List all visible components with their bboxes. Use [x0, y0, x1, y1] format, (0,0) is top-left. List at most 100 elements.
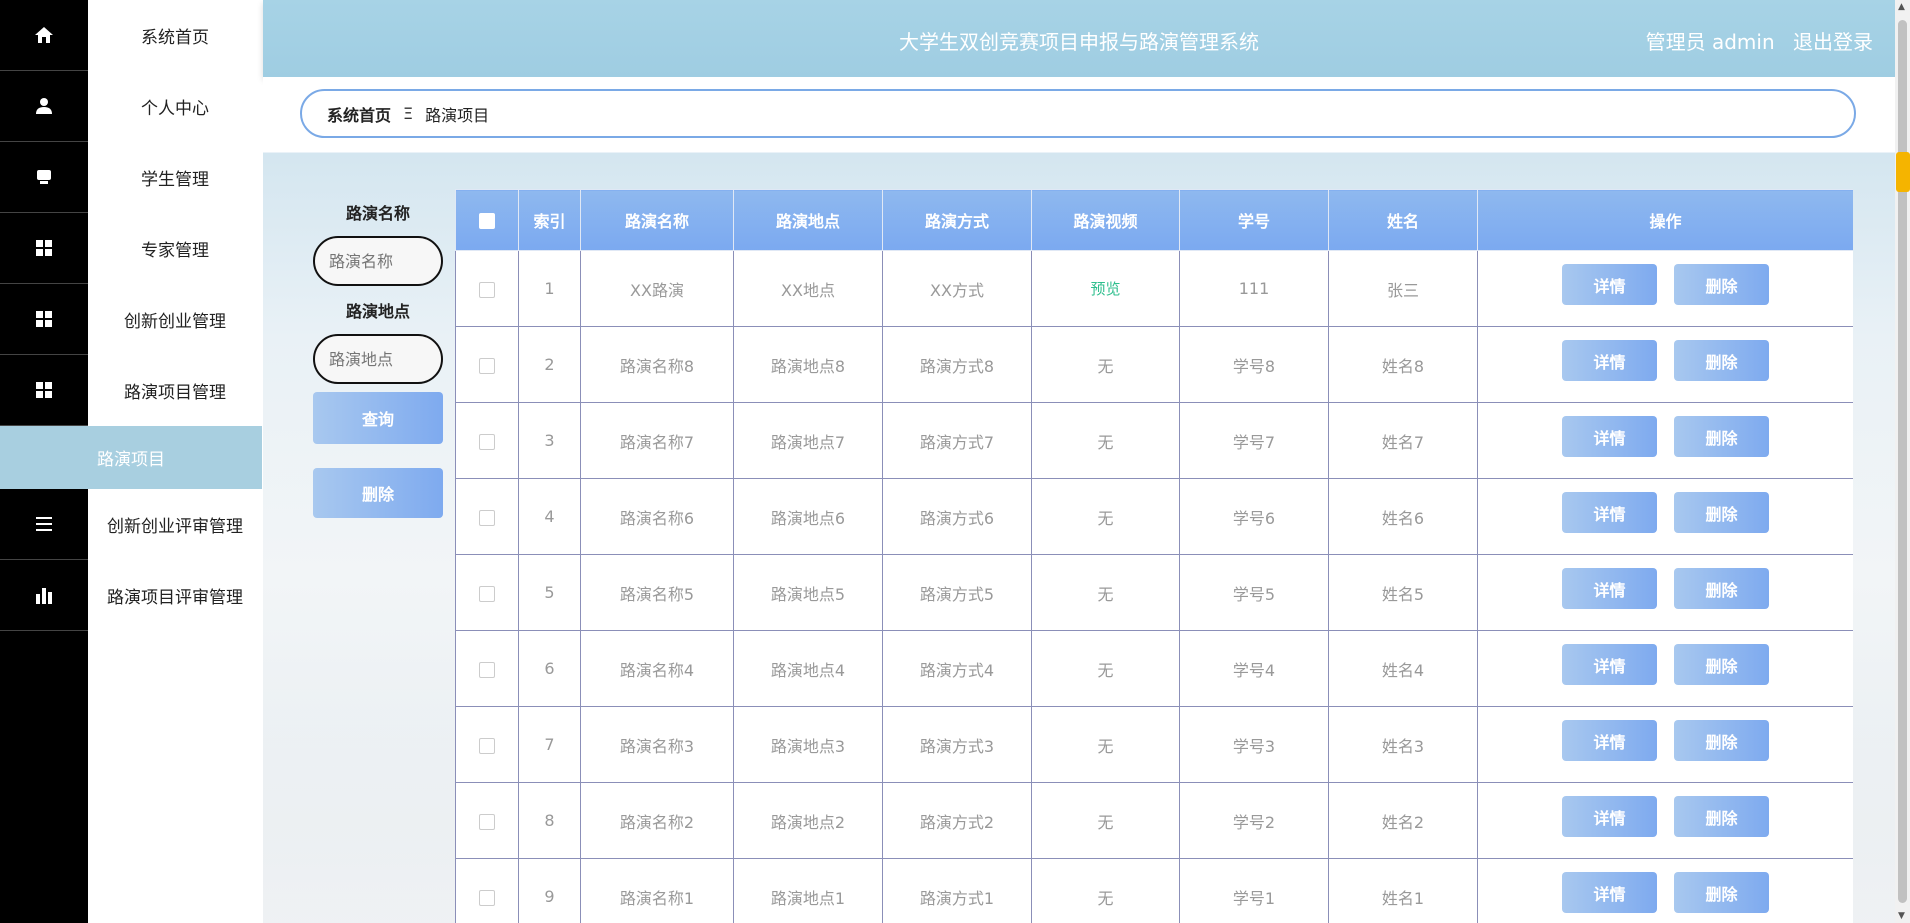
table-cell: 9 [518, 858, 581, 923]
roadshow-place-input[interactable] [313, 334, 443, 384]
breadcrumb-home[interactable]: 系统首页 [327, 102, 391, 126]
row-checkbox[interactable] [479, 509, 495, 526]
delete-button[interactable]: 删除 [1674, 340, 1770, 381]
actions-cell: 详情 删除 [1477, 706, 1853, 783]
detail-button[interactable]: 详情 [1561, 340, 1657, 381]
roadshow-name-input[interactable] [313, 236, 443, 286]
actions-cell: 详情 删除 [1477, 478, 1853, 555]
table-row: 5 路演名称5 路演地点5 路演方式5 无学号5 姓名5 详情 删除 [455, 554, 1853, 631]
delete-button[interactable]: 删除 [1674, 492, 1770, 533]
actions-cell: 详情 删除 [1477, 858, 1853, 923]
table-cell: 111 [1179, 250, 1329, 327]
table-cell: 学号3 [1179, 706, 1329, 783]
table-cell: 无 [1031, 858, 1180, 923]
table-cell: 路演名称4 [580, 630, 734, 707]
sidebar-item-roadshow-review[interactable]: 路演项目评审管理 [0, 560, 262, 631]
actions-cell: 详情 删除 [1477, 554, 1853, 631]
detail-button[interactable]: 详情 [1561, 796, 1657, 837]
detail-button[interactable]: 详情 [1561, 416, 1657, 457]
sidebar-item-roadshow-mgmt[interactable]: 路演项目管理 [0, 355, 262, 426]
table-row: 2 路演名称8 路演地点8 路演方式8 无学号8 姓名8 详情 删除 [455, 326, 1853, 403]
detail-button[interactable]: 详情 [1561, 492, 1657, 533]
row-checkbox[interactable] [479, 357, 495, 374]
delete-button[interactable]: 删除 [1674, 720, 1770, 761]
row-checkbox[interactable] [479, 433, 495, 450]
table-row: 3 路演名称7 路演地点7 路演方式7 无学号7 姓名7 详情 删除 [455, 402, 1853, 479]
actions-cell: 详情 删除 [1477, 250, 1853, 327]
batch-delete-button[interactable]: 删除 [313, 468, 443, 518]
row-select-cell [455, 250, 519, 327]
scroll-up-arrow-icon[interactable]: ▲ [1898, 2, 1905, 12]
detail-button[interactable]: 详情 [1561, 264, 1657, 305]
scroll-down-arrow-icon[interactable]: ▼ [1898, 911, 1905, 921]
actions-cell: 详情 删除 [1477, 402, 1853, 479]
home-icon [0, 0, 88, 71]
sidebar-item-experts[interactable]: 专家管理 [0, 213, 262, 284]
row-select-cell [455, 630, 519, 707]
row-checkbox[interactable] [479, 889, 495, 906]
table-cell: 路演名称3 [580, 706, 734, 783]
table-cell: 路演地点1 [733, 858, 883, 923]
table-cell: 无 [1031, 706, 1180, 783]
detail-button[interactable]: 详情 [1561, 568, 1657, 609]
query-button[interactable]: 查询 [313, 392, 443, 444]
detail-button[interactable]: 详情 [1561, 872, 1657, 913]
table-cell: XX地点 [733, 250, 883, 327]
sidebar-item-home[interactable]: 系统首页 [0, 0, 262, 71]
grid-icon [0, 355, 88, 426]
table-row: 1 XX路演 XX地点 XX方式 预览 111 张三 详情 删除 [455, 250, 1853, 327]
list-icon [0, 489, 88, 560]
sidebar-item-students[interactable]: 学生管理 [0, 142, 262, 213]
column-header: 路演视频 [1031, 189, 1180, 251]
column-header: 姓名 [1328, 189, 1478, 251]
table-cell: 路演名称8 [580, 326, 734, 403]
row-checkbox[interactable] [479, 281, 495, 298]
table-cell: 无 [1031, 782, 1180, 859]
row-checkbox[interactable] [479, 661, 495, 678]
table-cell: 路演地点6 [733, 478, 883, 555]
detail-button[interactable]: 详情 [1561, 720, 1657, 761]
row-select-cell [455, 402, 519, 479]
row-select-cell [455, 478, 519, 555]
column-header: 路演方式 [882, 189, 1032, 251]
sidebar-item-profile[interactable]: 个人中心 [0, 71, 262, 142]
monitor-icon [0, 142, 88, 213]
table-cell: 5 [518, 554, 581, 631]
sidebar-item-innovation[interactable]: 创新创业管理 [0, 284, 262, 355]
grid-icon [0, 284, 88, 355]
row-checkbox[interactable] [479, 585, 495, 602]
column-header: 路演地点 [733, 189, 883, 251]
table-cell: 路演方式6 [882, 478, 1032, 555]
sidebar-item-label: 创新创业管理 [124, 312, 226, 332]
delete-button[interactable]: 删除 [1674, 416, 1770, 457]
detail-button[interactable]: 详情 [1561, 644, 1657, 685]
logout-link[interactable]: 退出登录 [1793, 30, 1873, 54]
table-cell: 无 [1031, 478, 1180, 555]
table-cell: 学号6 [1179, 478, 1329, 555]
select-all-checkbox[interactable] [479, 213, 495, 229]
table-cell: 6 [518, 630, 581, 707]
table-body: 1 XX路演 XX地点 XX方式 预览 111 张三 详情 删除 2 路演名称8 路演地点8 路演… [455, 250, 1853, 923]
page-scrollbar[interactable]: ▲ ▼ [1895, 0, 1910, 923]
delete-button[interactable]: 删除 [1674, 568, 1770, 609]
sidebar-subitem-roadshow-project[interactable]: 路演项目 [0, 426, 262, 489]
table-cell: 姓名3 [1328, 706, 1478, 783]
search-panel: 路演名称 路演地点 查询 删除 [313, 200, 443, 518]
table-cell: 学号5 [1179, 554, 1329, 631]
delete-button[interactable]: 删除 [1674, 796, 1770, 837]
delete-button[interactable]: 删除 [1674, 264, 1770, 305]
sidebar-item-label: 个人中心 [141, 99, 209, 119]
table-cell: 4 [518, 478, 581, 555]
delete-button[interactable]: 删除 [1674, 872, 1770, 913]
delete-button[interactable]: 删除 [1674, 644, 1770, 685]
row-checkbox[interactable] [479, 813, 495, 830]
row-checkbox[interactable] [479, 737, 495, 754]
scrollbar-marker [1896, 152, 1910, 192]
bar-chart-icon [0, 560, 88, 631]
table-cell: 路演地点7 [733, 402, 883, 479]
roadshow-name-label: 路演名称 [345, 204, 410, 223]
user-icon [0, 71, 88, 142]
table-cell: 无 [1031, 630, 1180, 707]
sidebar-item-innovation-review[interactable]: 创新创业评审管理 [0, 489, 262, 560]
video-preview-link[interactable]: 预览 [1090, 280, 1120, 298]
